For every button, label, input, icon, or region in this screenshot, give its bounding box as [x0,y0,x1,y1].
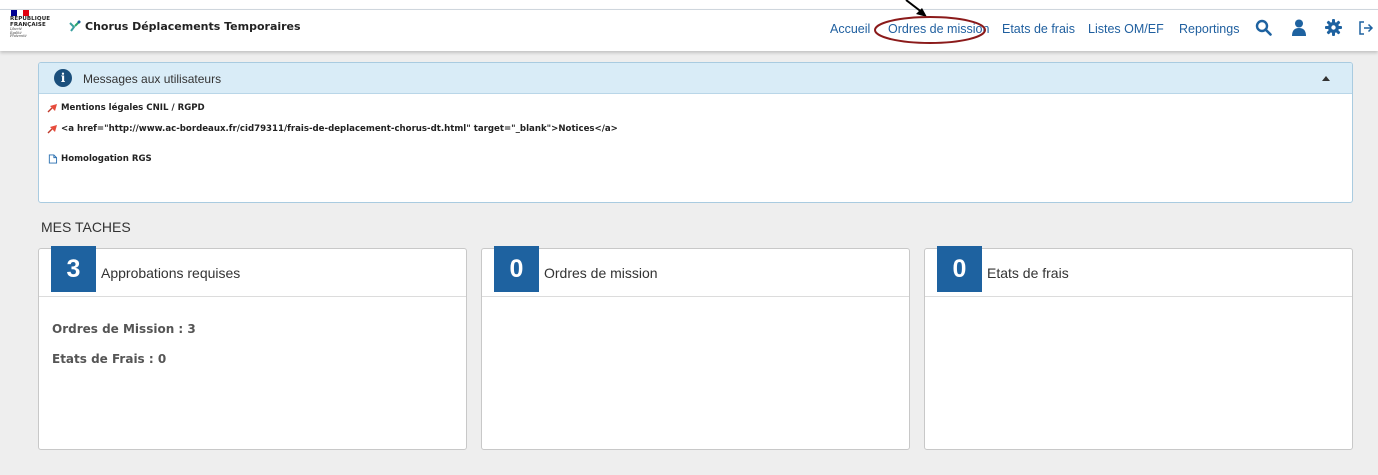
document-icon [48,154,58,164]
messages-panel-header[interactable]: i Messages aux utilisateurs [39,63,1352,94]
count-badge: 3 [51,246,96,292]
nav-ordres-de-mission[interactable]: Ordres de mission [888,22,989,36]
gear-icon[interactable] [1325,19,1342,36]
task-card-etats-de-frais[interactable]: 0 Etats de frais [924,246,1353,450]
user-icon[interactable] [1292,19,1306,36]
pin-icon [47,125,57,134]
messages-panel: i Messages aux utilisateurs Mentions lég… [38,62,1353,203]
count-badge: 0 [937,246,982,292]
nav-listes-om-ef[interactable]: Listes OM/EF [1088,22,1164,36]
message-item-homologation[interactable]: Homologation RGS [47,154,152,164]
message-item-notices[interactable]: <a href="http://www.ac-bordeaux.fr/cid79… [47,124,618,134]
app-title: Chorus Déplacements Temporaires [85,19,301,33]
chorus-logo-icon [69,20,81,32]
message-text: Homologation RGS [61,154,152,164]
nav-accueil[interactable]: Accueil [830,22,870,36]
task-card-approbations[interactable]: 3 Approbations requises Ordres de Missio… [38,246,467,450]
card-title: Approbations requises [101,265,241,281]
info-icon: i [54,69,72,87]
motto-line-3: Fraternité [10,34,27,39]
messages-title: Messages aux utilisateurs [83,72,222,86]
count-badge: 0 [494,246,539,292]
nav-reportings[interactable]: Reportings [1179,22,1239,36]
task-card-ordres-de-mission[interactable]: 0 Ordres de mission [481,246,910,450]
card-line-ordres[interactable]: Ordres de Mission : 3 [52,322,196,336]
top-header: RÉPUBLIQUE FRANÇAISE Liberté Égalité Fra… [0,9,1378,51]
message-item-cnil[interactable]: Mentions légales CNIL / RGPD [47,103,205,113]
card-title: Ordres de mission [544,265,658,281]
card-header: 0 Ordres de mission [482,246,909,297]
section-title-mes-taches: MES TACHES [41,219,131,235]
main-content: i Messages aux utilisateurs Mentions lég… [0,51,1378,475]
card-line-etats[interactable]: Etats de Frais : 0 [52,352,166,366]
pin-icon [47,104,57,113]
card-header: 3 Approbations requises [39,246,466,297]
card-title: Etats de frais [987,265,1069,281]
message-text: Mentions légales CNIL / RGPD [61,103,205,113]
republique-francaise-logo: RÉPUBLIQUE FRANÇAISE Liberté Égalité Fra… [10,10,58,50]
card-header: 0 Etats de frais [925,246,1352,297]
nav-etats-de-frais[interactable]: Etats de frais [1002,22,1075,36]
message-text: <a href="http://www.ac-bordeaux.fr/cid79… [61,124,618,134]
app-brand[interactable]: Chorus Déplacements Temporaires [68,19,301,33]
logout-icon[interactable] [1358,20,1374,36]
search-icon[interactable] [1255,19,1272,36]
collapse-icon[interactable] [1322,76,1330,81]
